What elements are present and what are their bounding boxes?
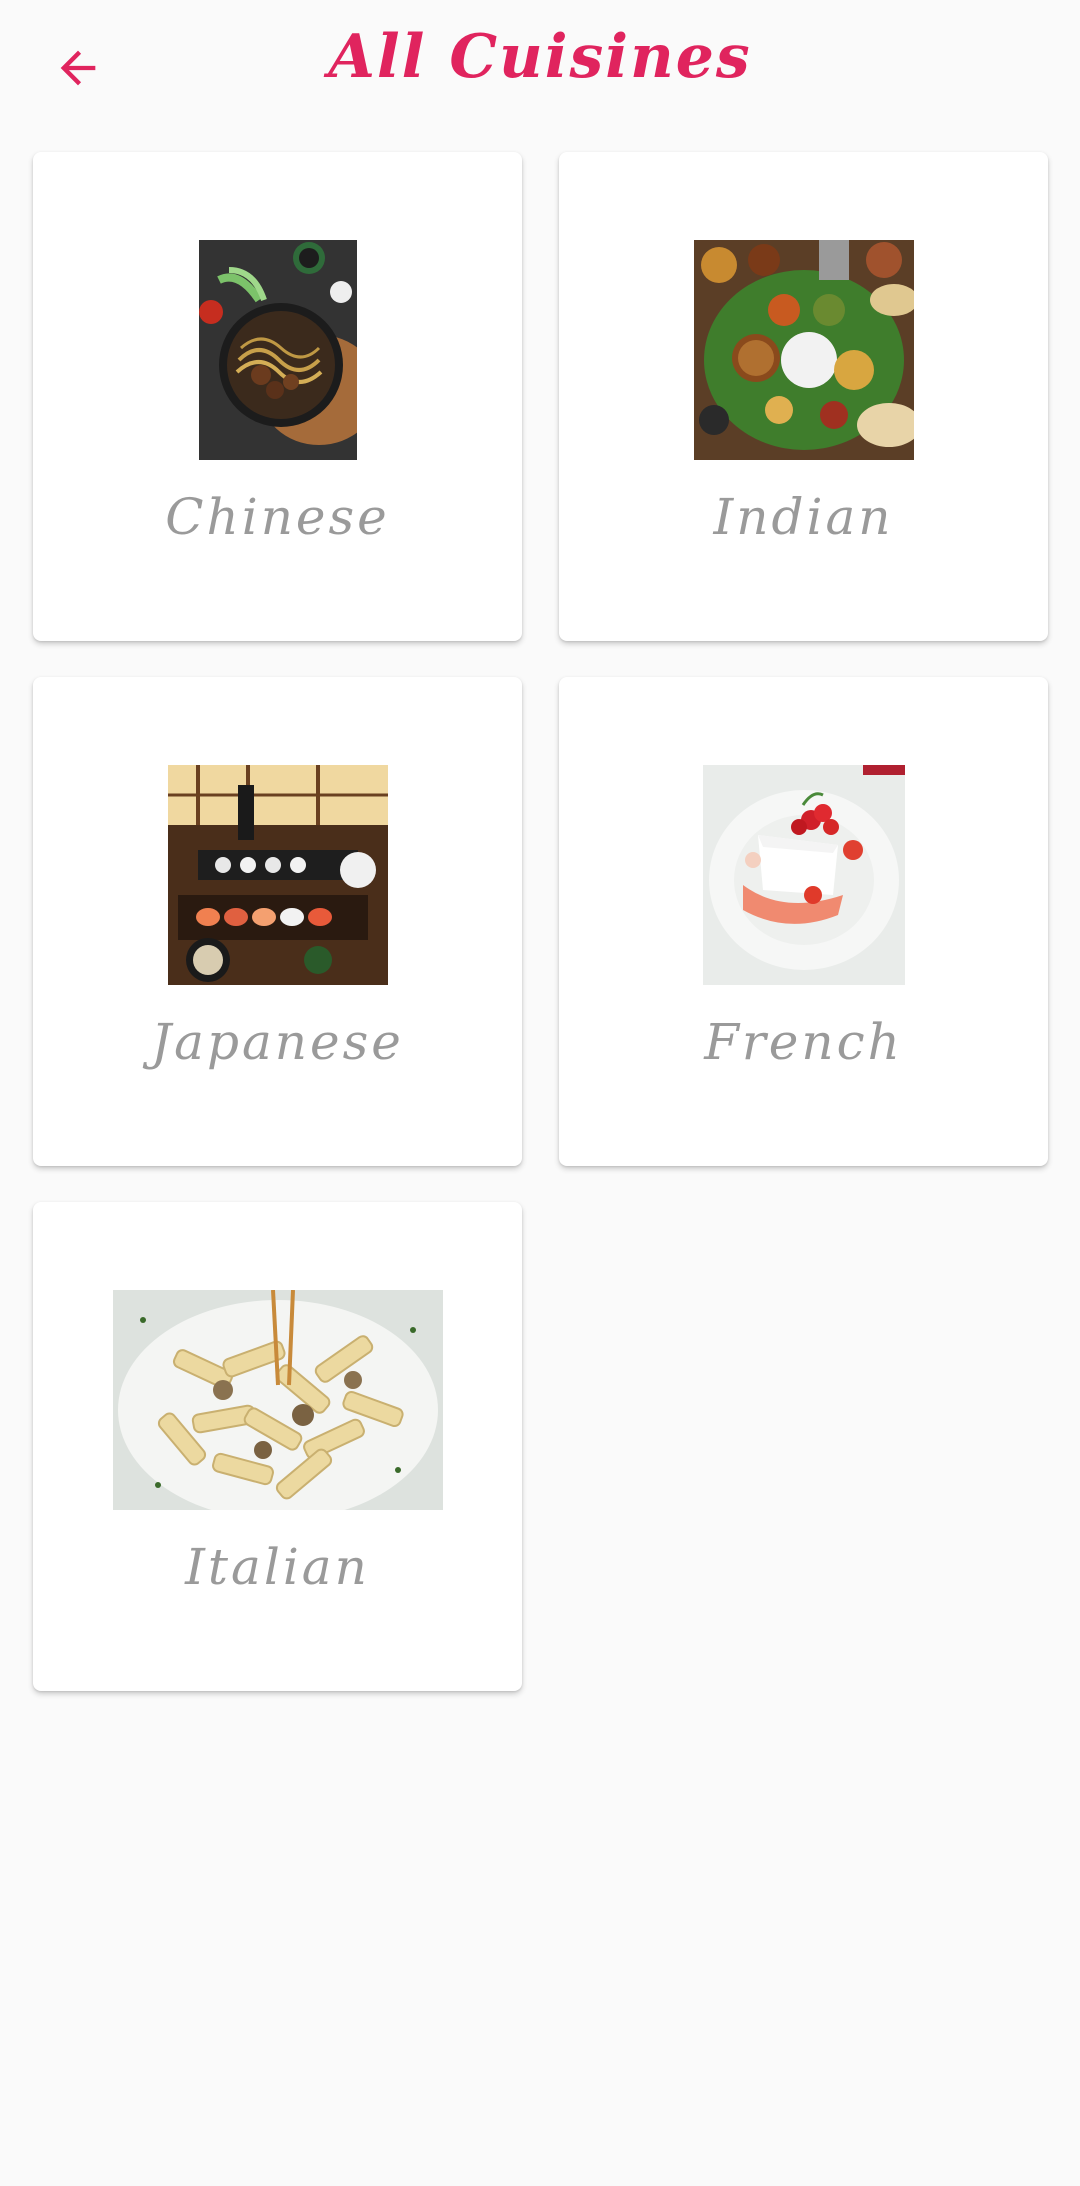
cuisine-card-indian[interactable]: Indian <box>559 152 1048 641</box>
app-bar: All Cuisines <box>0 0 1080 140</box>
cuisine-label: Chinese <box>165 488 390 546</box>
cuisine-card-french[interactable]: French <box>559 677 1048 1166</box>
italian-penne-pasta-photo <box>112 1290 443 1510</box>
french-dessert-photo <box>702 765 905 985</box>
cuisine-card-italian[interactable]: Italian <box>33 1202 522 1691</box>
cuisine-label: Japanese <box>151 1013 404 1071</box>
japanese-sushi-spread-photo <box>167 765 388 985</box>
chinese-noodles-photo <box>198 240 357 460</box>
cuisine-label: Italian <box>185 1538 370 1596</box>
cuisine-card-japanese[interactable]: Japanese <box>33 677 522 1166</box>
cuisine-card-chinese[interactable]: Chinese <box>33 152 522 641</box>
indian-thali-photo <box>693 240 914 460</box>
page-title: All Cuisines <box>328 22 752 92</box>
cuisine-label: French <box>704 1013 903 1071</box>
cuisine-label: Indian <box>713 488 894 546</box>
